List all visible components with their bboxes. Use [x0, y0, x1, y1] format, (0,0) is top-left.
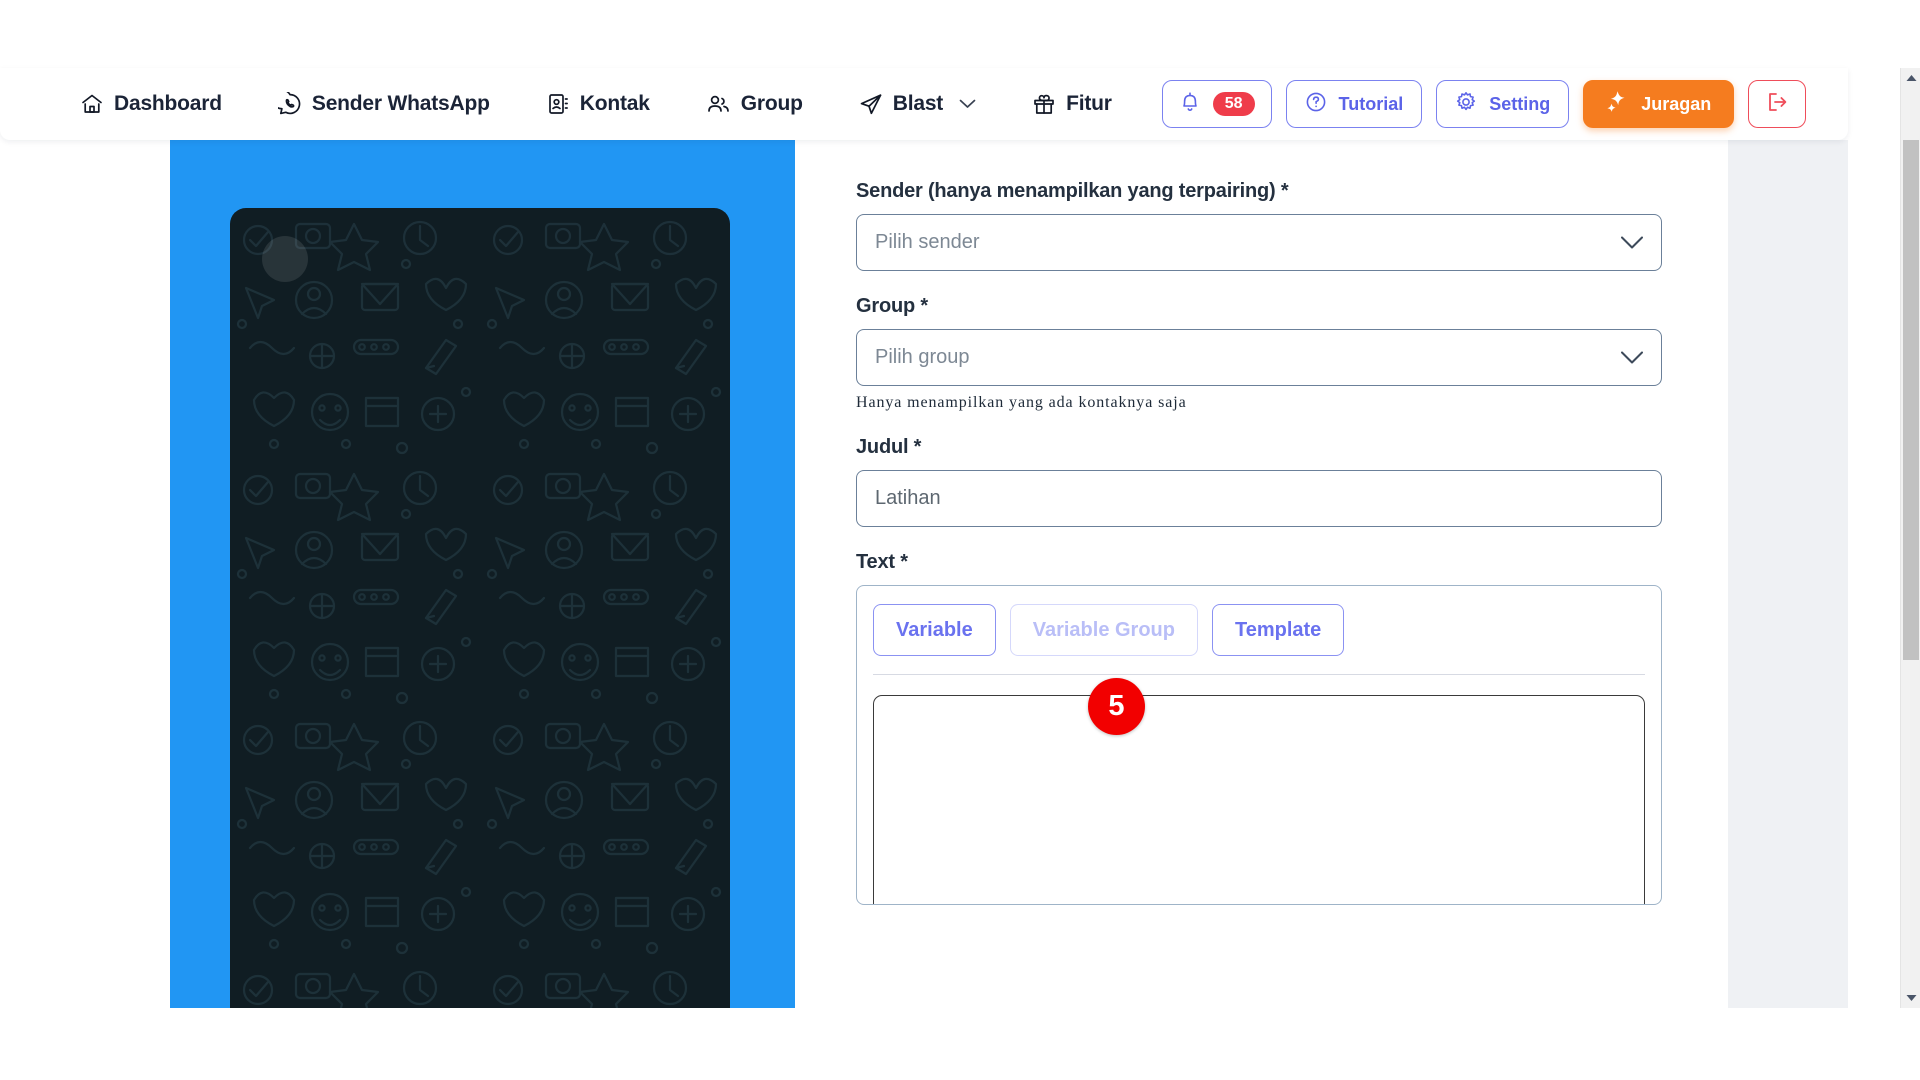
sparkle-icon [1606, 90, 1629, 118]
phone-frame [170, 140, 795, 1008]
gift-icon [1032, 92, 1056, 116]
top-navbar: Dashboard Sender WhatsApp Kontak Group B… [0, 68, 1848, 140]
setting-label: Setting [1489, 93, 1551, 114]
nav-item-kontak[interactable]: Kontak [518, 82, 678, 126]
field-text: Text * Variable Variable Group Template [856, 551, 1728, 905]
logout-icon [1765, 90, 1789, 119]
home-icon [80, 92, 104, 116]
nav-item-group[interactable]: Group [678, 82, 831, 126]
content-card: Sender (hanya menampilkan yang terpairin… [0, 140, 1728, 1008]
group-select-value: Pilih group [875, 346, 970, 368]
question-circle-icon [1305, 91, 1327, 118]
primary-nav: Dashboard Sender WhatsApp Kontak Group B… [52, 82, 1140, 126]
notification-count-badge: 58 [1212, 92, 1255, 116]
tab-template[interactable]: Template [1211, 604, 1345, 656]
scrollbar-thumb[interactable] [1903, 140, 1919, 660]
tutorial-button[interactable]: Tutorial [1285, 80, 1423, 128]
message-textarea[interactable] [873, 695, 1645, 904]
scroll-down-arrow[interactable] [1901, 988, 1920, 1008]
chevron-down-icon [1621, 236, 1643, 249]
juragan-button[interactable]: Juragan [1583, 80, 1735, 128]
judul-input[interactable]: Latihan [856, 470, 1662, 527]
chevron-down-icon [1621, 351, 1643, 364]
page-body: Sender (hanya menampilkan yang terpairin… [0, 140, 1848, 1008]
people-icon [706, 92, 731, 116]
nav-label: Blast [892, 92, 944, 115]
nav-item-sender-whatsapp[interactable]: Sender WhatsApp [250, 82, 518, 126]
paper-plane-icon [859, 92, 883, 116]
sender-label: Sender (hanya menampilkan yang terpairin… [856, 180, 1289, 202]
tutorial-label: Tutorial [1338, 93, 1404, 114]
nav-label: Kontak [579, 92, 650, 115]
judul-label: Judul * [856, 436, 922, 458]
scroll-up-arrow[interactable] [1901, 68, 1920, 88]
group-select[interactable]: Pilih group [856, 329, 1662, 386]
notifications-button[interactable]: 58 [1161, 80, 1272, 128]
gear-icon [1455, 91, 1477, 118]
nav-item-blast[interactable]: Blast [831, 82, 1004, 126]
nav-label: Fitur [1066, 92, 1112, 115]
tab-variable-group: Variable Group [1009, 604, 1198, 656]
field-group: Group * Pilih group Hanya menampilkan ya… [856, 295, 1728, 412]
chevron-down-icon [959, 99, 976, 109]
vertical-scrollbar[interactable] [1900, 68, 1920, 1008]
blast-form: Sender (hanya menampilkan yang terpairin… [856, 140, 1728, 1008]
nav-actions: 58 Tutorial Setting Juragan [1161, 80, 1807, 128]
step-annotation-badge: 5 [1088, 678, 1145, 735]
text-editor: Variable Variable Group Template [856, 585, 1662, 905]
whatsapp-doodle-pattern [230, 208, 730, 1008]
nav-item-dashboard[interactable]: Dashboard [52, 82, 250, 126]
whatsapp-preview-column [170, 140, 795, 1008]
setting-button[interactable]: Setting [1436, 80, 1570, 128]
group-helper-text: Hanya menampilkan yang ada kontaknya saj… [856, 394, 1187, 411]
nav-label: Dashboard [114, 92, 222, 115]
sender-select[interactable]: Pilih sender [856, 214, 1662, 271]
logout-button[interactable] [1748, 80, 1807, 128]
group-label: Group * [856, 295, 928, 317]
contact-avatar [262, 236, 308, 282]
chat-preview-screen [230, 208, 730, 1008]
browser-viewport: Sender (hanya menampilkan yang terpairin… [0, 0, 1920, 1008]
tab-variable[interactable]: Variable [873, 604, 996, 656]
judul-input-value: Latihan [875, 487, 941, 509]
nav-item-fitur[interactable]: Fitur [1004, 82, 1140, 126]
field-sender: Sender (hanya menampilkan yang terpairin… [856, 180, 1728, 271]
field-judul: Judul * Latihan [856, 436, 1728, 527]
text-label: Text * [856, 551, 908, 573]
juragan-label: Juragan [1641, 93, 1712, 114]
nav-label: Group [740, 92, 803, 115]
sender-select-value: Pilih sender [875, 231, 980, 253]
nav-label: Sender WhatsApp [311, 92, 490, 115]
text-editor-toolbar: Variable Variable Group Template [873, 604, 1645, 675]
bell-icon [1179, 90, 1201, 118]
whatsapp-icon [277, 92, 302, 116]
contact-book-icon [546, 92, 570, 116]
